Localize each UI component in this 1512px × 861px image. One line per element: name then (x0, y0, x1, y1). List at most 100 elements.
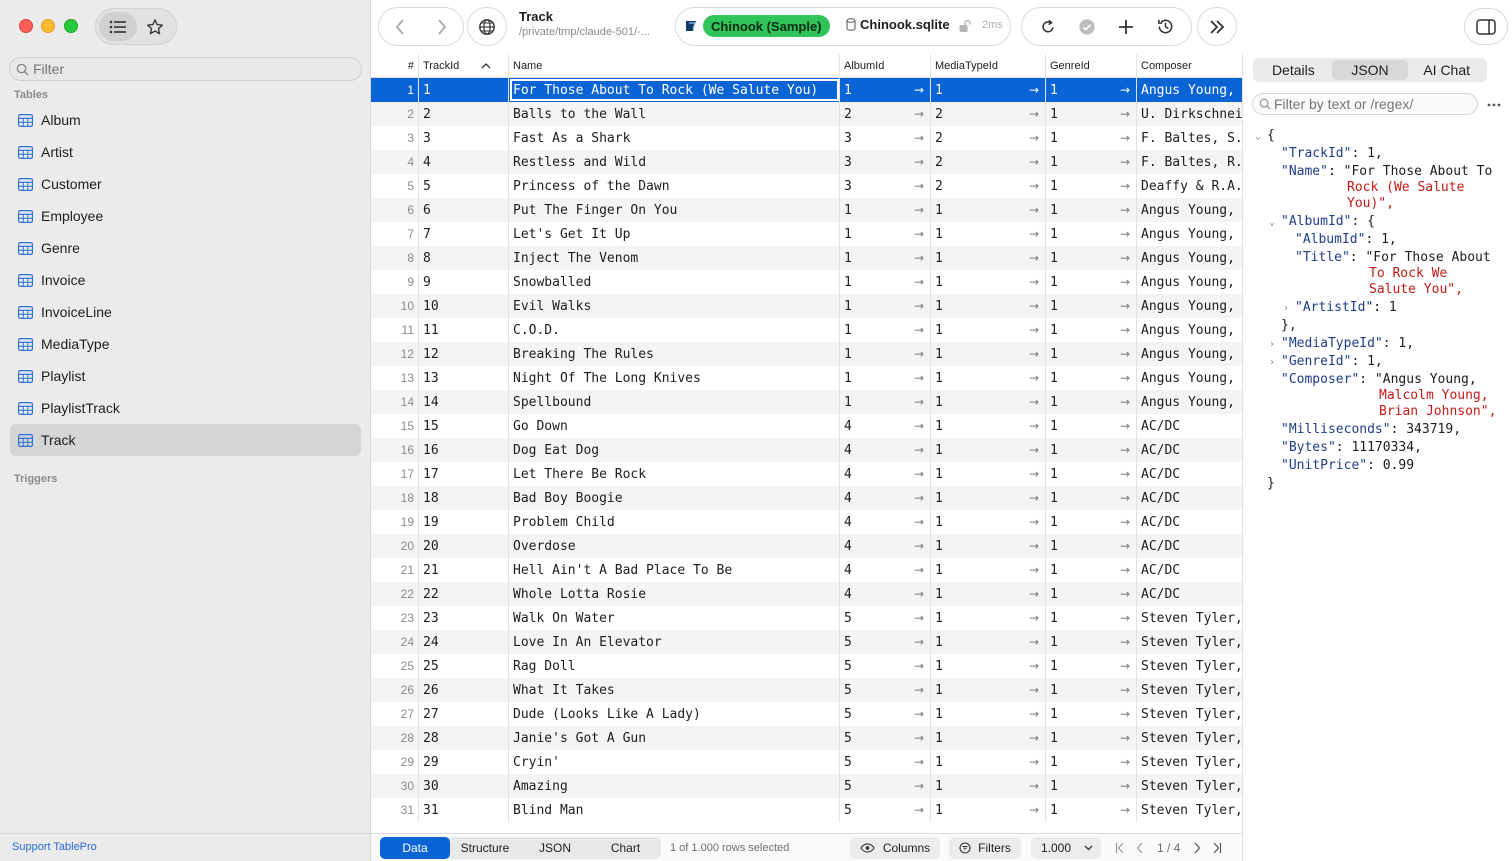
globe-button[interactable] (467, 7, 507, 46)
row-number[interactable]: 17 (371, 462, 419, 486)
json-filter-input[interactable] (1274, 96, 1474, 112)
forward-button[interactable] (421, 8, 463, 45)
cell-name[interactable]: What It Takes (509, 678, 840, 702)
foreign-key-arrow-icon[interactable]: → (1029, 755, 1039, 769)
cell-name[interactable]: Evil Walks (509, 294, 840, 318)
cell-name[interactable]: Princess of the Dawn (509, 174, 840, 198)
foreign-key-arrow-icon[interactable]: → (914, 731, 924, 745)
cell-trackid[interactable]: 20 (419, 534, 509, 558)
cell-mediatypeid[interactable]: 1 → (931, 534, 1046, 558)
table-row[interactable]: 24 24 Love In An Elevator 5 → 1 → 1 → Steven Tyle… (371, 630, 1242, 654)
row-number[interactable]: 7 (371, 222, 419, 246)
foreign-key-arrow-icon[interactable]: → (1120, 227, 1130, 241)
cell-genreid[interactable]: 1 → (1046, 486, 1137, 510)
sidebar-item-employee[interactable]: Employee (10, 200, 361, 232)
cell-mediatypeid[interactable]: 1 → (931, 438, 1046, 462)
chevron-down-icon[interactable]: ⌄ (1269, 215, 1275, 231)
cell-composer[interactable]: Steven Tyler, Joe Perry, Jack Blades, To… (1137, 606, 1242, 630)
foreign-key-arrow-icon[interactable]: → (1029, 563, 1039, 577)
cell-mediatypeid[interactable]: 1 → (931, 222, 1046, 246)
foreign-key-arrow-icon[interactable]: → (1120, 731, 1130, 745)
foreign-key-arrow-icon[interactable]: → (1120, 155, 1130, 169)
favorites-button[interactable] (136, 12, 174, 41)
foreign-key-arrow-icon[interactable]: → (914, 203, 924, 217)
sidebar-item-invoiceline[interactable]: InvoiceLine (10, 296, 361, 328)
cell-trackid[interactable]: 24 (419, 630, 509, 654)
foreign-key-arrow-icon[interactable]: → (914, 611, 924, 625)
row-number[interactable]: 30 (371, 774, 419, 798)
sidebar-item-artist[interactable]: Artist (10, 136, 361, 168)
table-row[interactable]: 2525Rag Doll5→1→1→Steven Tyler, Joe Perr… (371, 654, 1242, 678)
column-header-mediatypeid[interactable]: MediaTypeId (931, 54, 1046, 78)
cell-genreid[interactable]: 1 → (1046, 390, 1137, 414)
cell-albumid[interactable]: 1 → (840, 78, 931, 102)
column-header-albumid[interactable]: AlbumId (840, 54, 931, 78)
cell-trackid[interactable]: 15 (419, 414, 509, 438)
foreign-key-arrow-icon[interactable]: → (914, 179, 924, 193)
cell-name[interactable]: Blind Man (509, 798, 840, 822)
table-row[interactable]: 13 13 Night Of The Long Knives 1 → 1 → 1 → Angus … (371, 366, 1242, 390)
foreign-key-arrow-icon[interactable]: → (1029, 299, 1039, 313)
foreign-key-arrow-icon[interactable]: → (914, 563, 924, 577)
table-row[interactable]: 1111C.O.D.1→1→1→Angus Young, Malcolm You… (371, 318, 1242, 342)
row-number[interactable]: 27 (371, 702, 419, 726)
cell-mediatypeid[interactable]: 1 → (931, 702, 1046, 726)
foreign-key-arrow-icon[interactable]: → (914, 587, 924, 601)
cell-genreid[interactable]: 1 → (1046, 150, 1137, 174)
sidebar-item-track[interactable]: Track (10, 424, 361, 456)
table-row[interactable]: 16 16 Dog Eat Dog 4 → 1 → 1 → AC/DC (371, 438, 1242, 462)
cell-mediatypeid[interactable]: 1 → (931, 774, 1046, 798)
foreign-key-arrow-icon[interactable]: → (914, 635, 924, 649)
chevron-down-icon[interactable]: ⌄ (1255, 129, 1261, 145)
cell-name[interactable]: Snowballed (509, 270, 840, 294)
sidebar-item-genre[interactable]: Genre (10, 232, 361, 264)
tab-structure[interactable]: Structure (450, 837, 520, 859)
foreign-key-arrow-icon[interactable]: → (914, 395, 924, 409)
foreign-key-arrow-icon[interactable]: → (1029, 323, 1039, 337)
cell-genreid[interactable]: 1 → (1046, 222, 1137, 246)
foreign-key-arrow-icon[interactable]: → (1120, 755, 1130, 769)
row-number[interactable]: 20 (371, 534, 419, 558)
cell-trackid[interactable]: 3 (419, 126, 509, 150)
json-filter[interactable] (1252, 93, 1478, 115)
column-header-genreid[interactable]: GenreId (1046, 54, 1137, 78)
foreign-key-arrow-icon[interactable]: → (1029, 779, 1039, 793)
column-header-trackid[interactable]: TrackId (419, 54, 509, 78)
chevron-right-icon[interactable]: › (1269, 355, 1275, 371)
cell-composer[interactable]: Steven Tyler, Joe Perry, Jim Vallance, H… (1137, 654, 1242, 678)
cell-trackid[interactable]: 7 (419, 222, 509, 246)
cell-name[interactable]: Put The Finger On You (509, 198, 840, 222)
cell-composer[interactable]: Steven Tyler, Joe Perry, Taylor Rhodes (1137, 798, 1242, 822)
foreign-key-arrow-icon[interactable]: → (1120, 491, 1130, 505)
cell-name[interactable]: Rag Doll (509, 654, 840, 678)
foreign-key-arrow-icon[interactable]: → (1120, 371, 1130, 385)
cell-genreid[interactable]: 1 → (1046, 78, 1137, 102)
row-number[interactable]: 5 (371, 174, 419, 198)
foreign-key-arrow-icon[interactable]: → (914, 539, 924, 553)
table-row[interactable]: 18 18 Bad Boy Boogie 4 → 1 → 1 → AC/DC (371, 486, 1242, 510)
connection-badge[interactable]: Chinook (Sample) (703, 15, 830, 37)
refresh-button[interactable] (1033, 12, 1063, 42)
foreign-key-arrow-icon[interactable]: → (914, 683, 924, 697)
foreign-key-arrow-icon[interactable]: → (1120, 323, 1130, 337)
cell-composer[interactable]: Steven Tyler, Joe Perry, Desmond Child (1137, 702, 1242, 726)
history-button[interactable] (1150, 12, 1180, 42)
row-number[interactable]: 19 (371, 510, 419, 534)
cell-name[interactable]: Spellbound (509, 390, 840, 414)
cell-composer[interactable]: AC/DC (1137, 462, 1242, 486)
foreign-key-arrow-icon[interactable]: → (1029, 203, 1039, 217)
previous-page-icon[interactable] (1135, 842, 1145, 854)
add-row-button[interactable] (1111, 12, 1141, 42)
table-row[interactable]: 1010Evil Walks1→1→1→Angus Young, Malcolm… (371, 294, 1242, 318)
foreign-key-arrow-icon[interactable]: → (914, 275, 924, 289)
cell-name[interactable]: Fast As a Shark (509, 126, 840, 150)
foreign-key-arrow-icon[interactable]: → (1029, 707, 1039, 721)
row-number[interactable]: 14 (371, 390, 419, 414)
foreign-key-arrow-icon[interactable]: → (914, 467, 924, 481)
cell-composer[interactable]: AC/DC (1137, 534, 1242, 558)
foreign-key-arrow-icon[interactable]: → (1120, 443, 1130, 457)
sidebar-item-mediatype[interactable]: MediaType (10, 328, 361, 360)
cell-genreid[interactable]: 1 → (1046, 702, 1137, 726)
cell-composer[interactable]: Angus Young, Malcolm Young, Brian Johnso… (1137, 390, 1242, 414)
table-row[interactable]: 77Let's Get It Up1→1→1→Angus Young, Malc… (371, 222, 1242, 246)
